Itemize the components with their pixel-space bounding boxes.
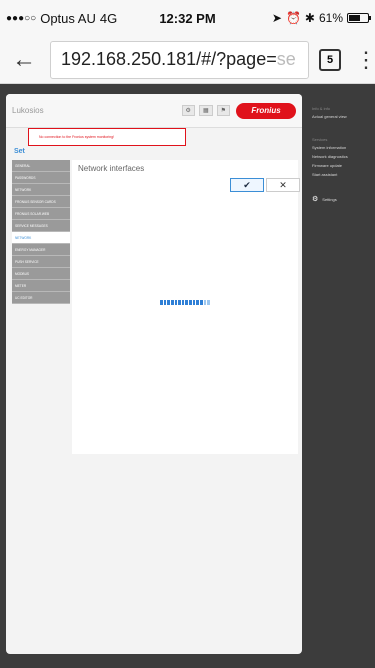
section-label: Set (14, 148, 25, 155)
settings-sidebar: GENERAL PASSWORDS NETWORK FRONIUS SENSOR CA… (12, 160, 70, 304)
checkmark-icon: ✔ (243, 179, 251, 190)
connection-alert: No connection to the Fronius system moni… (28, 128, 186, 146)
loading-segment (200, 300, 203, 305)
grid-icon[interactable]: ▦ (198, 105, 213, 116)
url-text: 192.168.250.181/#/?page= (61, 49, 277, 69)
status-bar: ●●●○○ Optus AU 4G 12:32 PM ➤ ⏰ ✱ 61% (0, 0, 375, 36)
sidebar-item[interactable]: SERVICE MESSAGES (12, 220, 70, 232)
sidebar-item[interactable]: NETWORK (12, 184, 70, 196)
right-panel: Info & info Actual general view Services… (306, 84, 375, 668)
loading-segment (160, 300, 163, 305)
loading-segment (189, 300, 192, 305)
web-viewport: Lukosios ⚙ ▦ ⚑ Fronius No connection to … (0, 84, 375, 668)
tabs-button[interactable]: 5 (319, 48, 341, 71)
loading-segment (174, 300, 178, 305)
loading-segment (181, 300, 185, 305)
alarm-icon: ⏰ (285, 11, 301, 25)
browser-toolbar: ← 192.168.250.181/#/?page= se 5 ⋮ (0, 36, 375, 84)
url-bar[interactable]: 192.168.250.181/#/?page= se (50, 40, 309, 79)
right-panel-item-1[interactable]: Network diagnostics (312, 154, 369, 159)
webpage-preview: Lukosios ⚙ ▦ ⚑ Fronius No connection to … (6, 94, 302, 654)
sidebar-item[interactable]: UC EDITOR (12, 292, 70, 304)
sidebar-item[interactable]: PASSWORDS (12, 172, 70, 184)
loading-segment (196, 300, 200, 305)
confirm-button[interactable]: ✔ (230, 178, 264, 192)
flag-icon[interactable]: ⚑ (216, 105, 230, 116)
loading-segment (203, 300, 207, 305)
right-panel-heading-1: Info & info (312, 106, 331, 111)
sidebar-item[interactable]: NETWORK (12, 232, 70, 244)
loading-segment (207, 300, 210, 305)
sidebar-item[interactable]: GENERAL (12, 160, 70, 172)
right-panel-item-2[interactable]: Firmware update (312, 163, 369, 168)
cancel-button[interactable]: ✕ (266, 178, 300, 192)
network-type: 4G (99, 10, 118, 26)
right-panel-item-actual[interactable]: Actual general view (312, 114, 369, 119)
location-icon: ➤ (271, 11, 282, 25)
sidebar-item[interactable]: PUSH SERVICE (12, 256, 70, 268)
loading-segment (192, 300, 196, 305)
back-arrow-icon[interactable]: ← (8, 46, 40, 74)
loading-segment (167, 300, 170, 305)
site-name: Lukosios (12, 106, 44, 115)
page-header: Lukosios ⚙ ▦ ⚑ Fronius (6, 94, 302, 128)
close-icon: ✕ (279, 179, 287, 190)
loading-indicator (160, 300, 210, 305)
sidebar-item[interactable]: ENERGY MANAGER (12, 244, 70, 256)
more-menu-icon[interactable]: ⋮ (355, 48, 375, 71)
url-text-faded: se (276, 49, 296, 69)
loading-segment (185, 300, 189, 305)
main-title: Network interfaces (78, 164, 145, 173)
battery-fill (349, 15, 360, 21)
sidebar-item[interactable]: MODBUS (12, 268, 70, 280)
right-panel-item-0[interactable]: System information (312, 145, 369, 150)
settings-icon[interactable]: ⚙ (181, 105, 195, 116)
sidebar-item[interactable]: FRONIUS SENSOR CARDS (12, 196, 70, 208)
settings-link[interactable]: ⚙ Settings (312, 195, 369, 203)
gear-icon: ⚙ (312, 196, 319, 203)
bluetooth-icon: ✱ (304, 11, 315, 25)
sidebar-item[interactable]: FRONIUS SOLAR.WEB (12, 208, 70, 220)
sidebar-item[interactable]: METER (12, 280, 70, 292)
right-panel-heading-2: Services (312, 137, 328, 142)
loading-segment (170, 300, 174, 305)
header-icons: ⚙ ▦ ⚑ (181, 105, 230, 116)
main-panel: Network interfaces ✔ ✕ (72, 160, 300, 454)
carrier-name: Optus AU (40, 10, 96, 26)
signal-strength-icon: ●●●○○ (6, 12, 37, 24)
loading-segment (163, 300, 167, 305)
settings-label: Settings (322, 196, 337, 202)
fronius-logo: Fronius (236, 102, 296, 119)
status-right: ➤ ⏰ ✱ 61% (271, 11, 371, 25)
battery-percent: 61% (318, 11, 343, 25)
right-panel-item-3[interactable]: Start assistant (312, 172, 369, 177)
status-left: ●●●○○ Optus AU 4G (6, 11, 117, 26)
loading-segment (178, 300, 181, 305)
battery-icon (347, 13, 371, 23)
